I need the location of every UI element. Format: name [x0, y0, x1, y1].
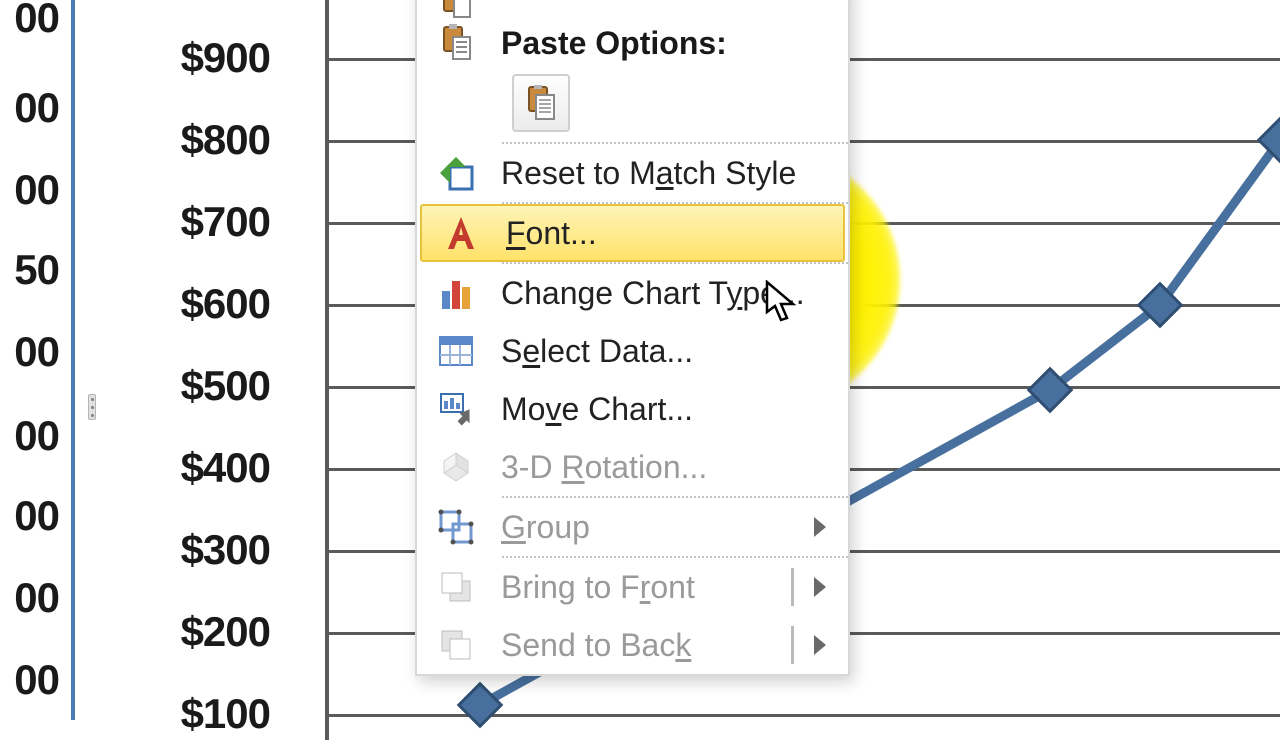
cell-fragment: 00: [14, 166, 59, 214]
menu-item-send-to-back: Send to Back: [417, 616, 848, 674]
cell-fragment: 00: [14, 84, 59, 132]
adjacent-cells-fragment: 00 00 00 50 00 00 00 00 00: [0, 0, 75, 720]
select-data-icon: [436, 331, 476, 371]
chart-context-menu: Paste Options: Reset to Match Style: [415, 0, 850, 676]
font-icon: [441, 213, 481, 253]
chart-type-icon: [436, 273, 476, 313]
menu-item-label: 3-D Rotation...: [495, 449, 848, 486]
menu-item-label: Bring to Front: [495, 569, 848, 606]
cell-fragment: 50: [14, 246, 59, 294]
y-tick-label: $600: [181, 280, 270, 328]
menu-item-label: Send to Back: [495, 627, 848, 664]
y-tick-label: $300: [181, 526, 270, 574]
menu-item-label: Reset to Match Style: [495, 155, 848, 192]
move-chart-icon: [436, 389, 476, 429]
y-tick-label: $100: [181, 690, 270, 738]
rotation-3d-icon: [436, 447, 476, 487]
menu-item-select-data[interactable]: Select Data...: [417, 322, 848, 380]
menu-item-group: Group: [417, 498, 848, 556]
y-tick-label: $700: [181, 198, 270, 246]
group-icon: [436, 507, 476, 547]
paste-options-label: Paste Options:: [495, 25, 848, 62]
y-tick-label: $200: [181, 608, 270, 656]
cell-fragment: 00: [14, 492, 59, 540]
menu-item-reset-match-style[interactable]: Reset to Match Style: [417, 144, 848, 202]
cell-fragment: 00: [14, 328, 59, 376]
cell-fragment: 00: [14, 574, 59, 622]
menu-item-font[interactable]: Font...: [420, 204, 845, 262]
paste-icon: [436, 23, 476, 63]
menu-item-3d-rotation: 3-D Rotation...: [417, 438, 848, 496]
menu-header-paste-options: Paste Options:: [417, 18, 848, 68]
cell-fragment: 00: [14, 656, 59, 704]
menu-item-label: Select Data...: [495, 333, 848, 370]
paste-option-default[interactable]: [512, 74, 570, 132]
cell-fragment: 00: [14, 0, 59, 42]
menu-item-copy-cut[interactable]: [417, 0, 848, 18]
mouse-cursor: [765, 280, 801, 324]
menu-item-move-chart[interactable]: Move Chart...: [417, 380, 848, 438]
bring-to-front-icon: [436, 567, 476, 607]
y-tick-label: $900: [181, 34, 270, 82]
document-icon: [523, 85, 559, 121]
menu-item-bring-to-front: Bring to Front: [417, 558, 848, 616]
cell-fragment: 00: [14, 412, 59, 460]
split-handle[interactable]: [88, 394, 96, 420]
y-tick-label: $500: [181, 362, 270, 410]
menu-item-label: Move Chart...: [495, 391, 848, 428]
menu-item-label: Font...: [500, 215, 843, 252]
reset-style-icon: [436, 153, 476, 193]
y-tick-label: $800: [181, 116, 270, 164]
menu-item-label: Group: [495, 509, 848, 546]
y-tick-label: $400: [181, 444, 270, 492]
send-to-back-icon: [436, 625, 476, 665]
